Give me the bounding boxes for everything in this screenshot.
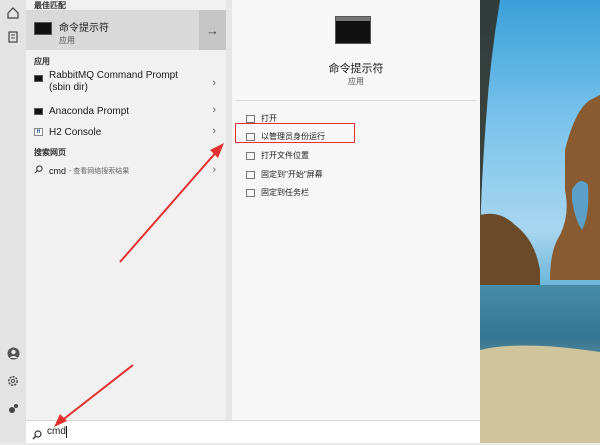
arrow-right-icon: → [206,22,219,38]
app-label-line2: (sbin dir) [49,82,88,93]
app-label: RabbitMQ Command Prompt [49,70,178,81]
action-label: 打开文件位置 [261,151,309,160]
app-item-h2[interactable]: H H2 Console › [26,124,226,140]
chevron-right-icon: › [212,77,216,89]
action-open-file-location[interactable]: 打开文件位置 [246,150,309,161]
preview-pane: 命令提示符 应用 打开 以管理员身份运行 打开文件位置 固定到"开始"屏幕 固定… [232,0,480,420]
home-icon[interactable] [6,6,20,20]
web-query: cmd [49,166,67,176]
highlight-box [235,123,355,143]
search-results-pane: 最佳匹配 命令提示符 应用 → 应用 RabbitMQ Command Prom… [26,0,226,420]
power-feedback-icon[interactable] [6,402,20,416]
search-input[interactable]: cmd [47,426,66,437]
search-icon [32,427,42,445]
desktop-wallpaper [480,0,600,443]
best-match-title: 命令提示符 [59,23,109,34]
action-label: 固定到"开始"屏幕 [261,170,323,179]
text-cursor [66,426,67,438]
search-icon [34,165,43,177]
action-pin-to-start[interactable]: 固定到"开始"屏幕 [246,169,323,180]
pin-icon [246,188,255,197]
console-icon [34,107,43,115]
app-item-anaconda[interactable]: Anaconda Prompt › [26,103,226,119]
app-label: H2 Console [49,126,102,138]
chevron-right-icon: › [212,125,216,137]
section-web: 搜索网页 [34,148,66,157]
preview-subtitle: 应用 [348,77,364,86]
open-preview-arrow-button[interactable]: → [199,10,226,50]
user-avatar-icon[interactable] [6,346,20,360]
settings-gear-icon[interactable] [6,374,20,388]
folder-icon [246,151,255,160]
console-icon [34,75,43,82]
document-icon[interactable] [6,30,20,44]
action-label: 固定到任务栏 [261,188,309,197]
chevron-right-icon: › [212,104,216,116]
open-icon [246,114,255,123]
section-apps: 应用 [34,57,50,66]
web-hint: - 查看网络搜索结果 [69,168,130,175]
best-match-subtitle: 应用 [59,36,75,45]
preview-title: 命令提示符 [328,63,384,75]
taskbar-search-box[interactable]: cmd [26,420,480,443]
web-search-item[interactable]: cmd - 查看网络搜索结果 › [26,163,226,179]
cmd-large-icon [335,16,371,44]
app-item-rabbitmq[interactable]: RabbitMQ Command Prompt (sbin dir) › [26,70,226,100]
chevron-right-icon: › [212,164,216,176]
start-rail [0,0,26,443]
app-label: Anaconda Prompt [49,105,130,117]
action-pin-to-taskbar[interactable]: 固定到任务栏 [246,187,309,198]
divider [236,100,476,101]
pin-icon [246,170,255,179]
cmd-window-icon [34,22,52,35]
h2-icon: H [34,128,43,136]
best-match-item[interactable]: 命令提示符 应用 → [26,10,226,50]
